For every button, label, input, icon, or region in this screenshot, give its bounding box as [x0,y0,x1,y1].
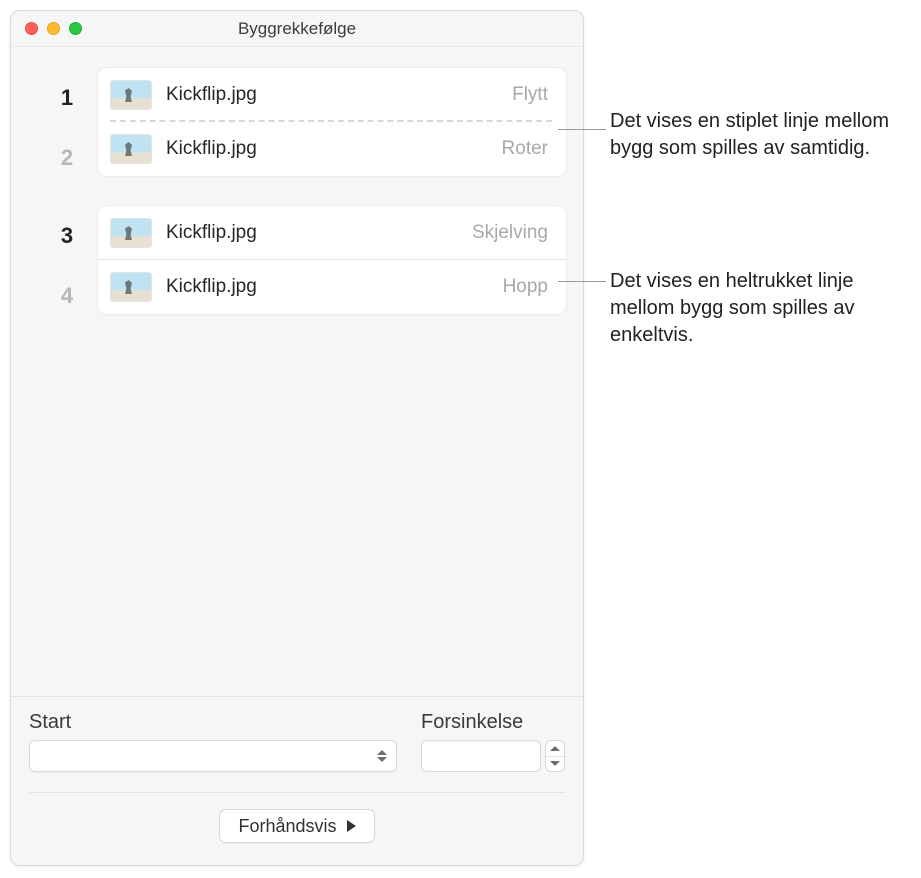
build-number: 4 [47,283,87,309]
callout-text: Det vises en stiplet linje mellom bygg s… [610,108,900,162]
thumbnail-icon [110,134,152,164]
build-number: 1 [47,85,87,111]
divider [29,792,565,793]
chevron-updown-icon [374,746,390,766]
build-row[interactable]: Kickflip.jpg Flytt [98,68,566,122]
thumbnail-icon [110,80,152,110]
delay-input[interactable] [421,740,541,772]
build-group: 1 2 Kickflip.jpg Flytt Kickflip.jpg Rote… [27,67,567,177]
delay-stepper[interactable] [545,740,565,772]
callout-line [558,281,606,282]
build-row[interactable]: Kickflip.jpg Skjelving [98,206,566,260]
callout-line [558,129,606,130]
build-row[interactable]: Kickflip.jpg Roter [98,122,566,176]
build-group: 3 4 Kickflip.jpg Skjelving Kickflip.jpg … [27,205,567,315]
preview-label: Forhåndsvis [238,816,336,837]
action-label: Skjelving [472,222,548,244]
build-number: 2 [47,145,87,171]
callout-text: Det vises en heltrukket linje mellom byg… [610,268,900,349]
start-control: Start [29,711,397,772]
stepper-down-icon[interactable] [546,757,564,772]
delay-control: Forsinkelse [421,711,565,772]
build-order-window: Byggrekkefølge 1 2 Kickflip.jpg Flytt Ki… [10,10,584,866]
preview-button[interactable]: Forhåndsvis [219,809,374,843]
thumbnail-icon [110,272,152,302]
stepper-up-icon[interactable] [546,741,564,757]
build-list: 1 2 Kickflip.jpg Flytt Kickflip.jpg Rote… [11,47,583,696]
build-row[interactable]: Kickflip.jpg Hopp [98,260,566,314]
start-label: Start [29,711,397,734]
build-number: 3 [47,223,87,249]
titlebar: Byggrekkefølge [11,11,583,47]
action-label: Flytt [512,84,548,106]
action-label: Hopp [503,276,548,298]
file-name: Kickflip.jpg [166,84,512,106]
window-title: Byggrekkefølge [11,19,583,39]
file-name: Kickflip.jpg [166,138,502,160]
thumbnail-icon [110,218,152,248]
play-icon [347,820,356,832]
start-select[interactable] [29,740,397,772]
file-name: Kickflip.jpg [166,222,472,244]
file-name: Kickflip.jpg [166,276,503,298]
action-label: Roter [502,138,548,160]
bottom-panel: Start Forsinkelse [11,696,583,865]
delay-label: Forsinkelse [421,711,565,734]
